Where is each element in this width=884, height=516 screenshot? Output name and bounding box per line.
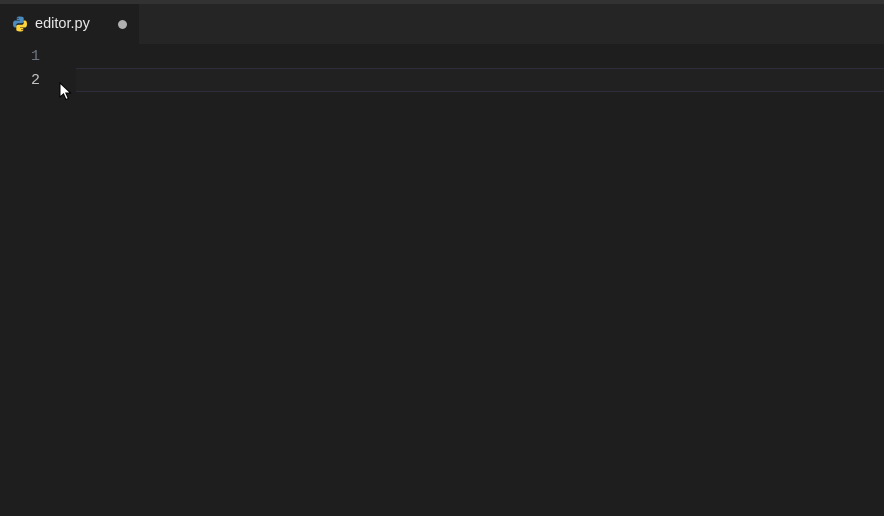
editor-line[interactable]: 1 (0, 44, 884, 68)
editor-line[interactable]: 2 (0, 68, 884, 92)
tab-bar: editor.py (0, 4, 884, 44)
line-content[interactable] (76, 68, 884, 92)
tab-label: editor.py (35, 16, 107, 32)
code-editor[interactable]: 1 2 (0, 44, 884, 516)
unsaved-indicator-icon[interactable] (118, 20, 127, 29)
tab-editor-py[interactable]: editor.py (0, 4, 140, 44)
python-file-icon (12, 16, 28, 32)
line-number: 2 (0, 72, 58, 89)
line-content[interactable] (58, 44, 884, 68)
line-number: 1 (0, 48, 58, 65)
